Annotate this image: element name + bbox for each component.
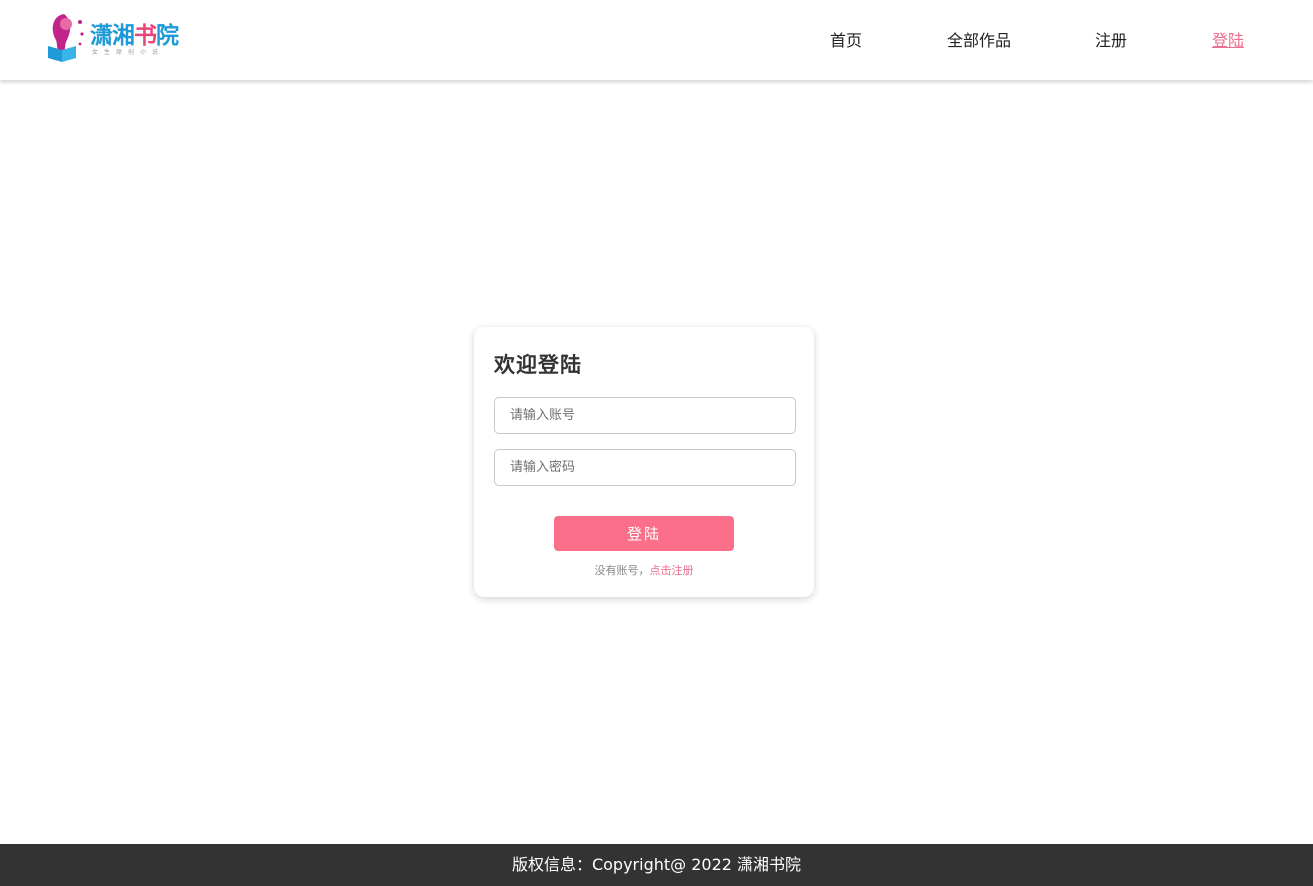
logo-title: 潇湘书院	[90, 23, 179, 49]
login-title: 欢迎登陆	[494, 353, 582, 377]
login-card: 欢迎登陆 登陆 没有账号，点击注册	[474, 327, 814, 597]
register-link[interactable]: 点击注册	[650, 564, 694, 577]
copyright-text: 版权信息：Copyright@ 2022 潇湘书院	[511, 855, 802, 874]
password-input[interactable]	[494, 449, 796, 486]
nav-all-works[interactable]: 全部作品	[947, 28, 1011, 54]
account-input[interactable]	[494, 397, 796, 434]
nav-register[interactable]: 注册	[1095, 28, 1127, 54]
top-header: 潇湘书院 女生原创小说 首页 全部作品 注册 登陆	[0, 0, 1313, 80]
logo-subtitle: 女生原创小说	[92, 49, 165, 56]
login-button[interactable]: 登陆	[554, 516, 734, 551]
logo-girl-book-icon	[48, 14, 84, 62]
register-hint-text: 没有账号，	[594, 564, 650, 577]
footer: 版权信息：Copyright@ 2022 潇湘书院	[0, 844, 1313, 886]
site-logo[interactable]: 潇湘书院 女生原创小说	[44, 12, 184, 64]
nav-home[interactable]: 首页	[830, 28, 862, 54]
register-hint: 没有账号，点击注册	[474, 562, 814, 578]
nav-login[interactable]: 登陆	[1212, 28, 1244, 54]
